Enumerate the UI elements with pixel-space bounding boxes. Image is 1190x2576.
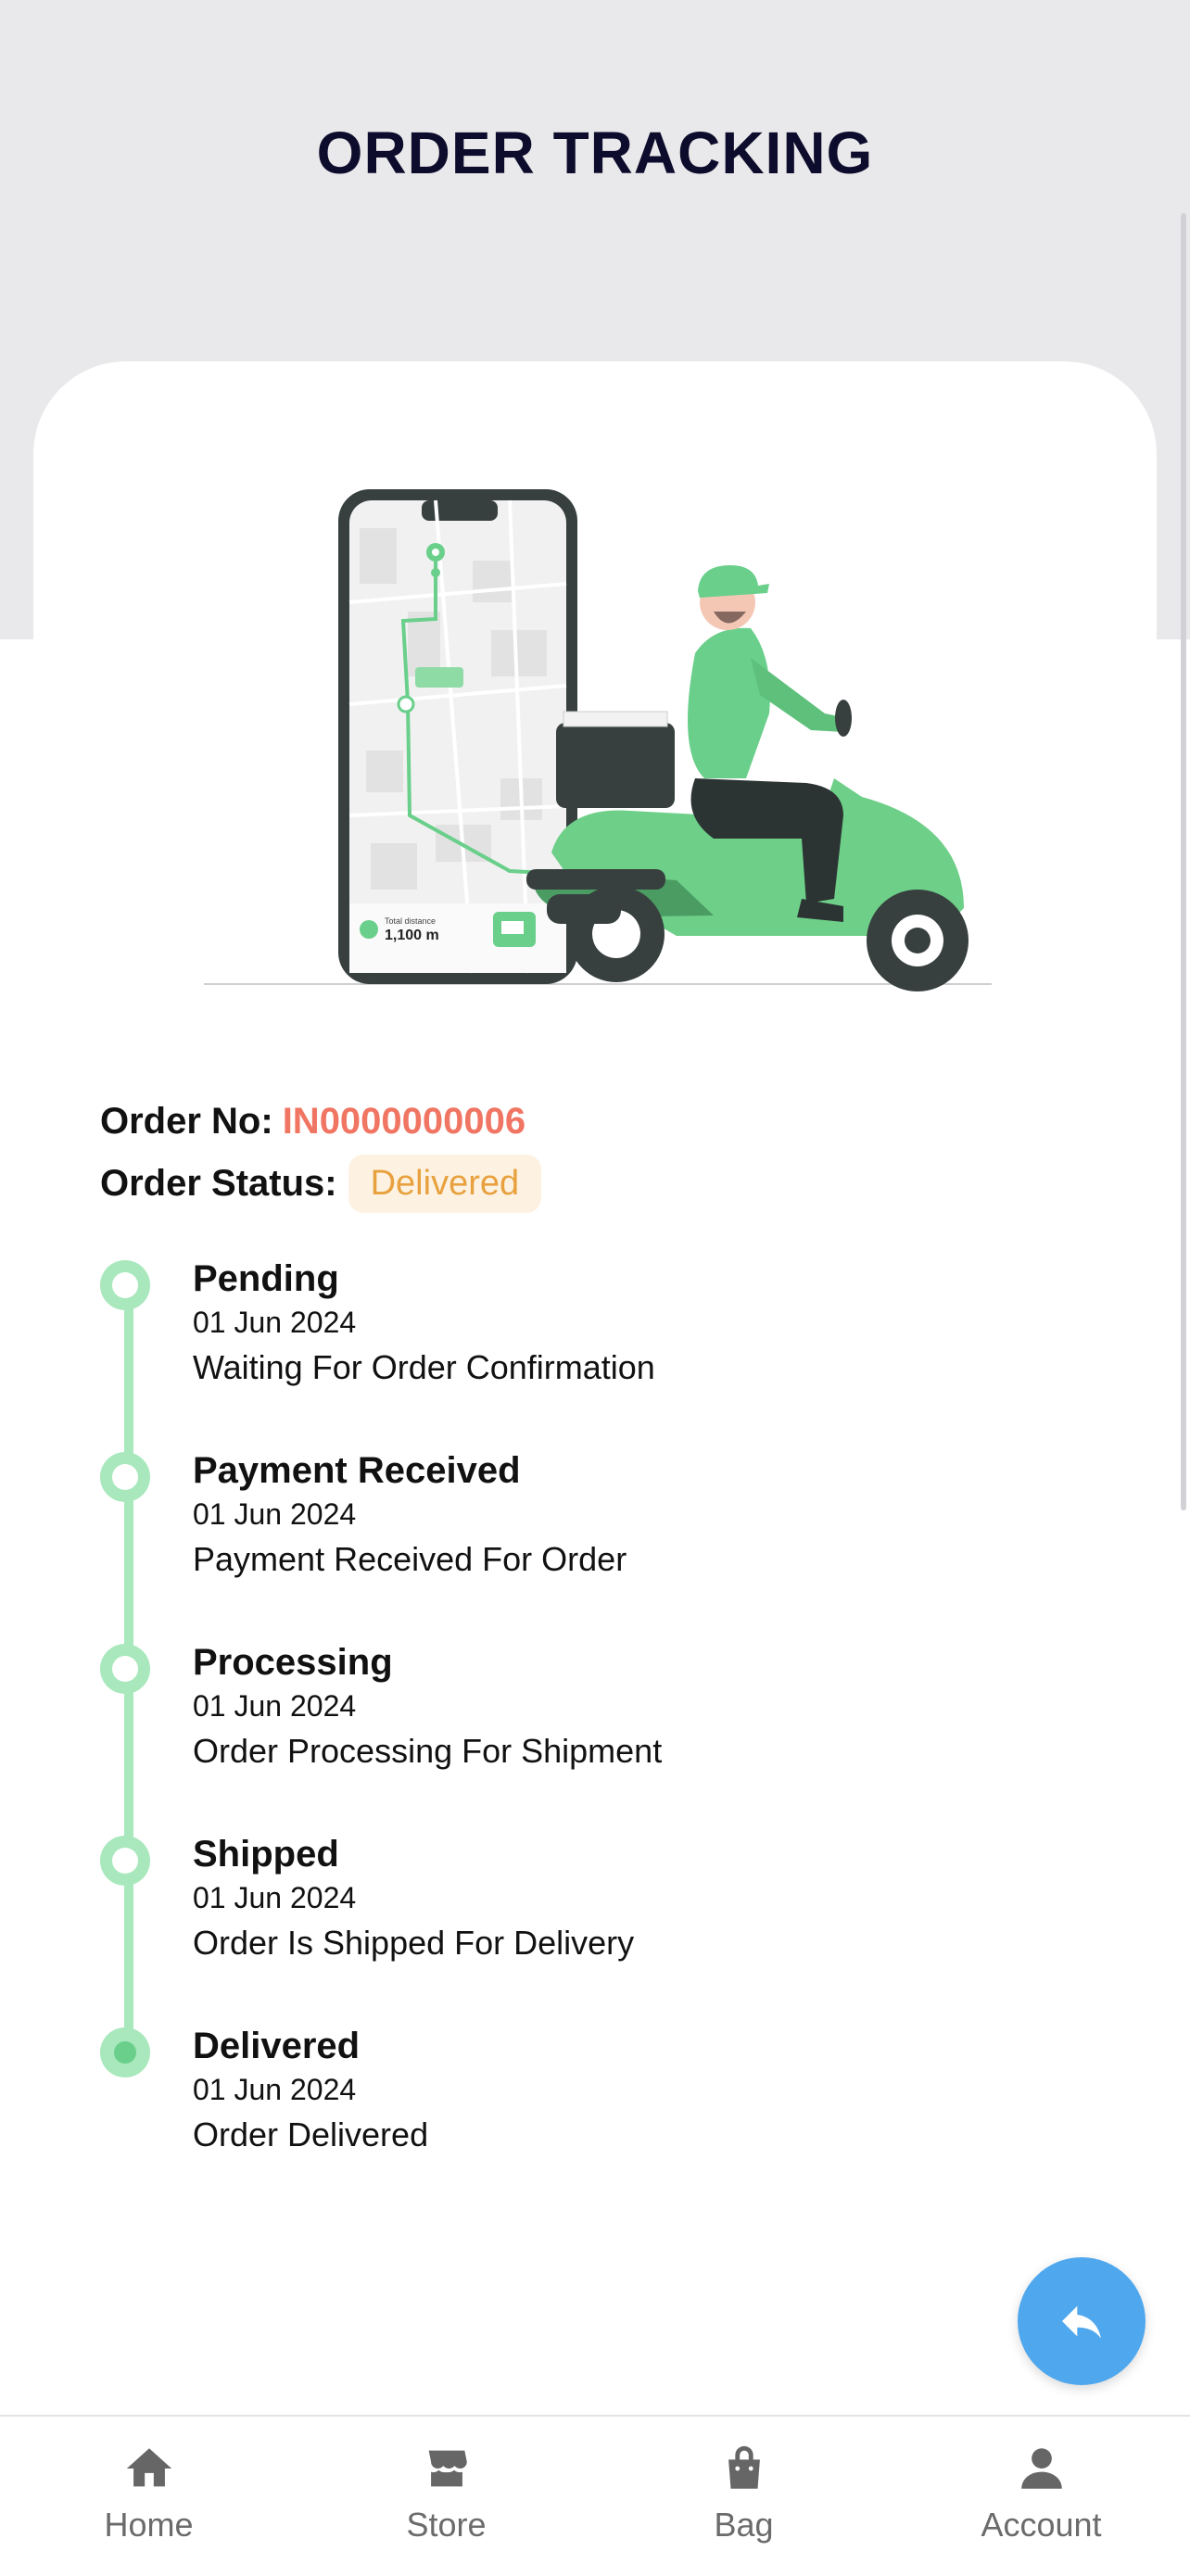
svg-text:1,100 m: 1,100 m [385,928,439,943]
back-fab-button[interactable] [1018,2257,1146,2385]
step-description: Order Delivered [193,2115,429,2153]
timeline-dot [100,1836,150,1886]
account-icon [1014,2441,1070,2496]
nav-account-label: Account [981,2506,1102,2544]
timeline-dot [100,1260,150,1310]
timeline-dot [100,1644,150,1694]
timeline-step-shipped: Shipped 01 Jun 2024 Order Is Shipped For… [100,1832,1120,2017]
step-title: Processing [193,1642,393,1683]
step-date: 01 Jun 2024 [193,1689,357,1723]
nav-bag-label: Bag [714,2506,774,2544]
step-title: Shipped [193,1834,339,1875]
step-description: Order Is Shipped For Delivery [193,1924,635,1962]
timeline-dot [100,1452,150,1502]
step-date: 01 Jun 2024 [193,1881,357,1914]
timeline-step-payment-received: Payment Received 01 Jun 2024 Payment Rec… [100,1448,1120,1634]
nav-bag[interactable]: Bag [595,2417,892,2576]
step-description: Order Processing For Shipment [193,1732,663,1770]
status-badge: Delivered [348,1155,542,1213]
step-date: 01 Jun 2024 [193,1497,357,1531]
step-description: Waiting For Order Confirmation [193,1348,655,1386]
scrollbar[interactable] [1181,213,1186,1510]
timeline-step-processing: Processing 01 Jun 2024 Order Processing … [100,1640,1120,1825]
home-icon [121,2441,177,2496]
store-icon [419,2441,475,2496]
timeline-step-delivered: Delivered 01 Jun 2024 Order Delivered [100,2024,1120,2209]
order-status-label: Order Status: [100,1163,337,1204]
order-number-value: IN0000000006 [282,1101,526,1142]
page-title: ORDER TRACKING [316,120,874,186]
step-description: Payment Received For Order [193,1540,627,1578]
bottom-navigation: Home Store Bag Account [0,2415,1190,2576]
timeline-step-pending: Pending 01 Jun 2024 Waiting For Order Co… [100,1256,1120,1442]
nav-store-label: Store [406,2506,487,2544]
nav-home[interactable]: Home [0,2417,298,2576]
step-date: 01 Jun 2024 [193,2073,357,2106]
reply-icon [1062,2305,1101,2339]
step-title: Delivered [193,2026,361,2066]
delivery-illustration: Total distance 1,100 m [204,489,992,991]
svg-text:Total distance: Total distance [385,916,436,926]
step-title: Payment Received [193,1450,521,1491]
order-number-label: Order No: [100,1101,273,1142]
nav-store[interactable]: Store [298,2417,595,2576]
bag-icon [716,2441,772,2496]
timeline-dot-active [100,2027,150,2077]
nav-home-label: Home [104,2506,194,2544]
nav-account[interactable]: Account [892,2417,1190,2576]
order-status-line: Order Status: Delivered [100,1155,542,1213]
order-number-line: Order No: IN0000000006 [100,1101,525,1143]
step-date: 01 Jun 2024 [193,1306,357,1339]
step-title: Pending [193,1258,339,1299]
